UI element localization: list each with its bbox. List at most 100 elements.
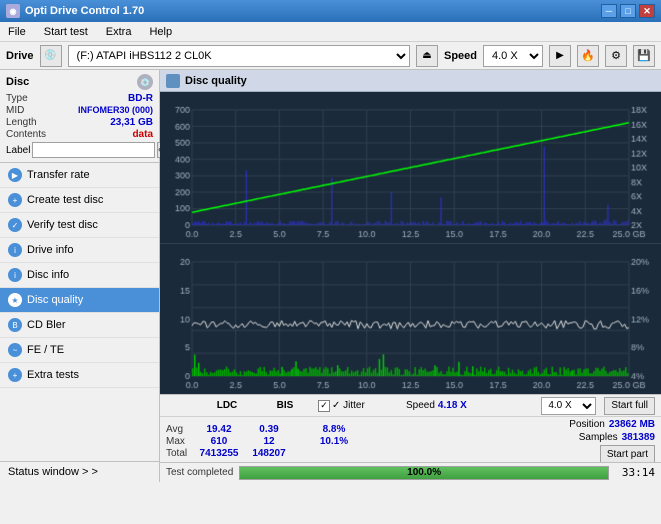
window-controls: ─ □ ✕ <box>601 4 655 18</box>
disc-title: Disc <box>6 76 29 88</box>
sidebar-item-transfer-rate[interactable]: ▶ Transfer rate <box>0 163 159 188</box>
sidebar-item-drive-info[interactable]: i Drive info <box>0 238 159 263</box>
avg-bis: 0.39 <box>244 424 294 435</box>
max-label: Max <box>166 436 194 447</box>
sidebar-item-disc-quality[interactable]: ★ Disc quality <box>0 288 159 313</box>
right-panel: Disc quality LDC Read speed <box>160 70 661 482</box>
total-label: Total <box>166 448 194 459</box>
avg-label: Avg <box>166 424 194 435</box>
max-jitter: 10.1% <box>294 436 374 447</box>
max-bis: 12 <box>244 436 294 447</box>
disc-quality-icon: ★ <box>8 293 22 307</box>
start-full-button[interactable]: Start full <box>604 397 655 415</box>
sidebar-item-disc-info[interactable]: i Disc info <box>0 263 159 288</box>
charts-area: LDC Read speed Write speed <box>160 92 661 394</box>
drive-select[interactable]: (F:) ATAPI iHBS112 2 CL0K <box>68 45 410 67</box>
status-window-label: Status window > > <box>8 466 98 478</box>
bis-chart-canvas <box>160 244 661 395</box>
speed-info-value: 4.18 X <box>438 400 467 411</box>
contents-value: data <box>132 129 153 140</box>
minimize-button[interactable]: ─ <box>601 4 617 18</box>
samples-value: 381389 <box>622 432 655 443</box>
status-window-button[interactable]: Status window > > <box>0 461 159 482</box>
label-input[interactable] <box>32 142 155 158</box>
ldc-header: LDC <box>202 400 252 411</box>
status-text: Test completed <box>166 467 233 478</box>
sidebar-item-cd-bler[interactable]: B CD Bler <box>0 313 159 338</box>
sidebar-item-create-test-disc[interactable]: + Create test disc <box>0 188 159 213</box>
time-display: 33:14 <box>615 466 655 479</box>
sidebar-label-cd-bler: CD Bler <box>27 319 66 331</box>
mid-value: INFOMER30 (000) <box>78 105 153 116</box>
menu-bar: File Start test Extra Help <box>0 22 661 42</box>
menu-extra[interactable]: Extra <box>102 24 136 40</box>
create-test-icon: + <box>8 193 22 207</box>
drive-bar: Drive 💿 (F:) ATAPI iHBS112 2 CL0K ⏏ Spee… <box>0 42 661 70</box>
jitter-header: ✓ Jitter <box>332 400 365 411</box>
speed-arrow-button[interactable]: ▶ <box>549 45 571 67</box>
sidebar-label-transfer-rate: Transfer rate <box>27 169 90 181</box>
length-label: Length <box>6 117 37 128</box>
progress-area: Test completed 100.0% 33:14 <box>160 462 661 482</box>
save-icon-button[interactable]: 💾 <box>633 45 655 67</box>
cd-bler-icon: B <box>8 318 22 332</box>
burn-icon-button[interactable]: 🔥 <box>577 45 599 67</box>
sidebar-label-disc-info: Disc info <box>27 269 69 281</box>
length-value: 23,31 GB <box>110 117 153 128</box>
disc-icon: 💿 <box>137 74 153 90</box>
progress-text: 100.0% <box>240 467 608 479</box>
label-text: Label <box>6 145 30 156</box>
extra-tests-icon: + <box>8 368 22 382</box>
disc-section: Disc 💿 Type BD-R MID INFOMER30 (000) Len… <box>0 70 159 163</box>
stats-bar: LDC BIS ✓ ✓ Jitter Speed 4.18 X 4.0 X St… <box>160 394 661 462</box>
settings-icon-button[interactable]: ⚙ <box>605 45 627 67</box>
speed-label: Speed <box>444 50 477 62</box>
sidebar-label-drive-info: Drive info <box>27 244 73 256</box>
verify-test-icon: ✓ <box>8 218 22 232</box>
avg-ldc: 19.42 <box>194 424 244 435</box>
speed-dropdown[interactable]: 4.0 X <box>541 397 596 415</box>
bis-header: BIS <box>260 400 310 411</box>
close-button[interactable]: ✕ <box>639 4 655 18</box>
type-label: Type <box>6 93 28 104</box>
type-value: BD-R <box>128 93 153 104</box>
total-ldc: 7413255 <box>194 448 244 459</box>
total-bis: 148207 <box>244 448 294 459</box>
transfer-rate-icon: ▶ <box>8 168 22 182</box>
progress-bar: 100.0% <box>239 466 609 480</box>
max-ldc: 610 <box>194 436 244 447</box>
mid-label: MID <box>6 105 24 116</box>
sidebar-label-create-test-disc: Create test disc <box>27 194 103 206</box>
app-icon: ◉ <box>6 4 20 18</box>
menu-file[interactable]: File <box>4 24 30 40</box>
chart-top: LDC Read speed Write speed <box>160 92 661 244</box>
app-title: Opti Drive Control 1.70 <box>25 5 144 17</box>
start-part-button[interactable]: Start part <box>600 445 655 463</box>
chart-bottom: BIS Jitter <box>160 244 661 395</box>
disc-quality-header-icon <box>166 74 180 88</box>
fe-te-icon: ~ <box>8 343 22 357</box>
drive-label: Drive <box>6 50 34 62</box>
ldc-chart-canvas <box>160 92 661 243</box>
sidebar-label-verify-test-disc: Verify test disc <box>27 219 98 231</box>
drive-info-icon: i <box>8 243 22 257</box>
sidebar-item-fe-te[interactable]: ~ FE / TE <box>0 338 159 363</box>
sidebar-label-extra-tests: Extra tests <box>27 369 79 381</box>
maximize-button[interactable]: □ <box>620 4 636 18</box>
position-label: Position <box>569 419 605 430</box>
main-area: Disc 💿 Type BD-R MID INFOMER30 (000) Len… <box>0 70 661 482</box>
drive-icon: 💿 <box>40 45 62 67</box>
sidebar: Disc 💿 Type BD-R MID INFOMER30 (000) Len… <box>0 70 160 482</box>
speed-info: Speed 4.18 X <box>406 400 467 411</box>
speed-info-label: Speed <box>406 400 435 411</box>
menu-start-test[interactable]: Start test <box>40 24 92 40</box>
title-bar: ◉ Opti Drive Control 1.70 ─ □ ✕ <box>0 0 661 22</box>
menu-help[interactable]: Help <box>145 24 176 40</box>
sidebar-item-extra-tests[interactable]: + Extra tests <box>0 363 159 388</box>
sidebar-item-verify-test-disc[interactable]: ✓ Verify test disc <box>0 213 159 238</box>
disc-quality-header: Disc quality <box>160 70 661 92</box>
disc-info-icon: i <box>8 268 22 282</box>
eject-button[interactable]: ⏏ <box>416 45 438 67</box>
jitter-checkbox[interactable]: ✓ <box>318 400 330 412</box>
speed-select[interactable]: 4.0 X <box>483 45 543 67</box>
